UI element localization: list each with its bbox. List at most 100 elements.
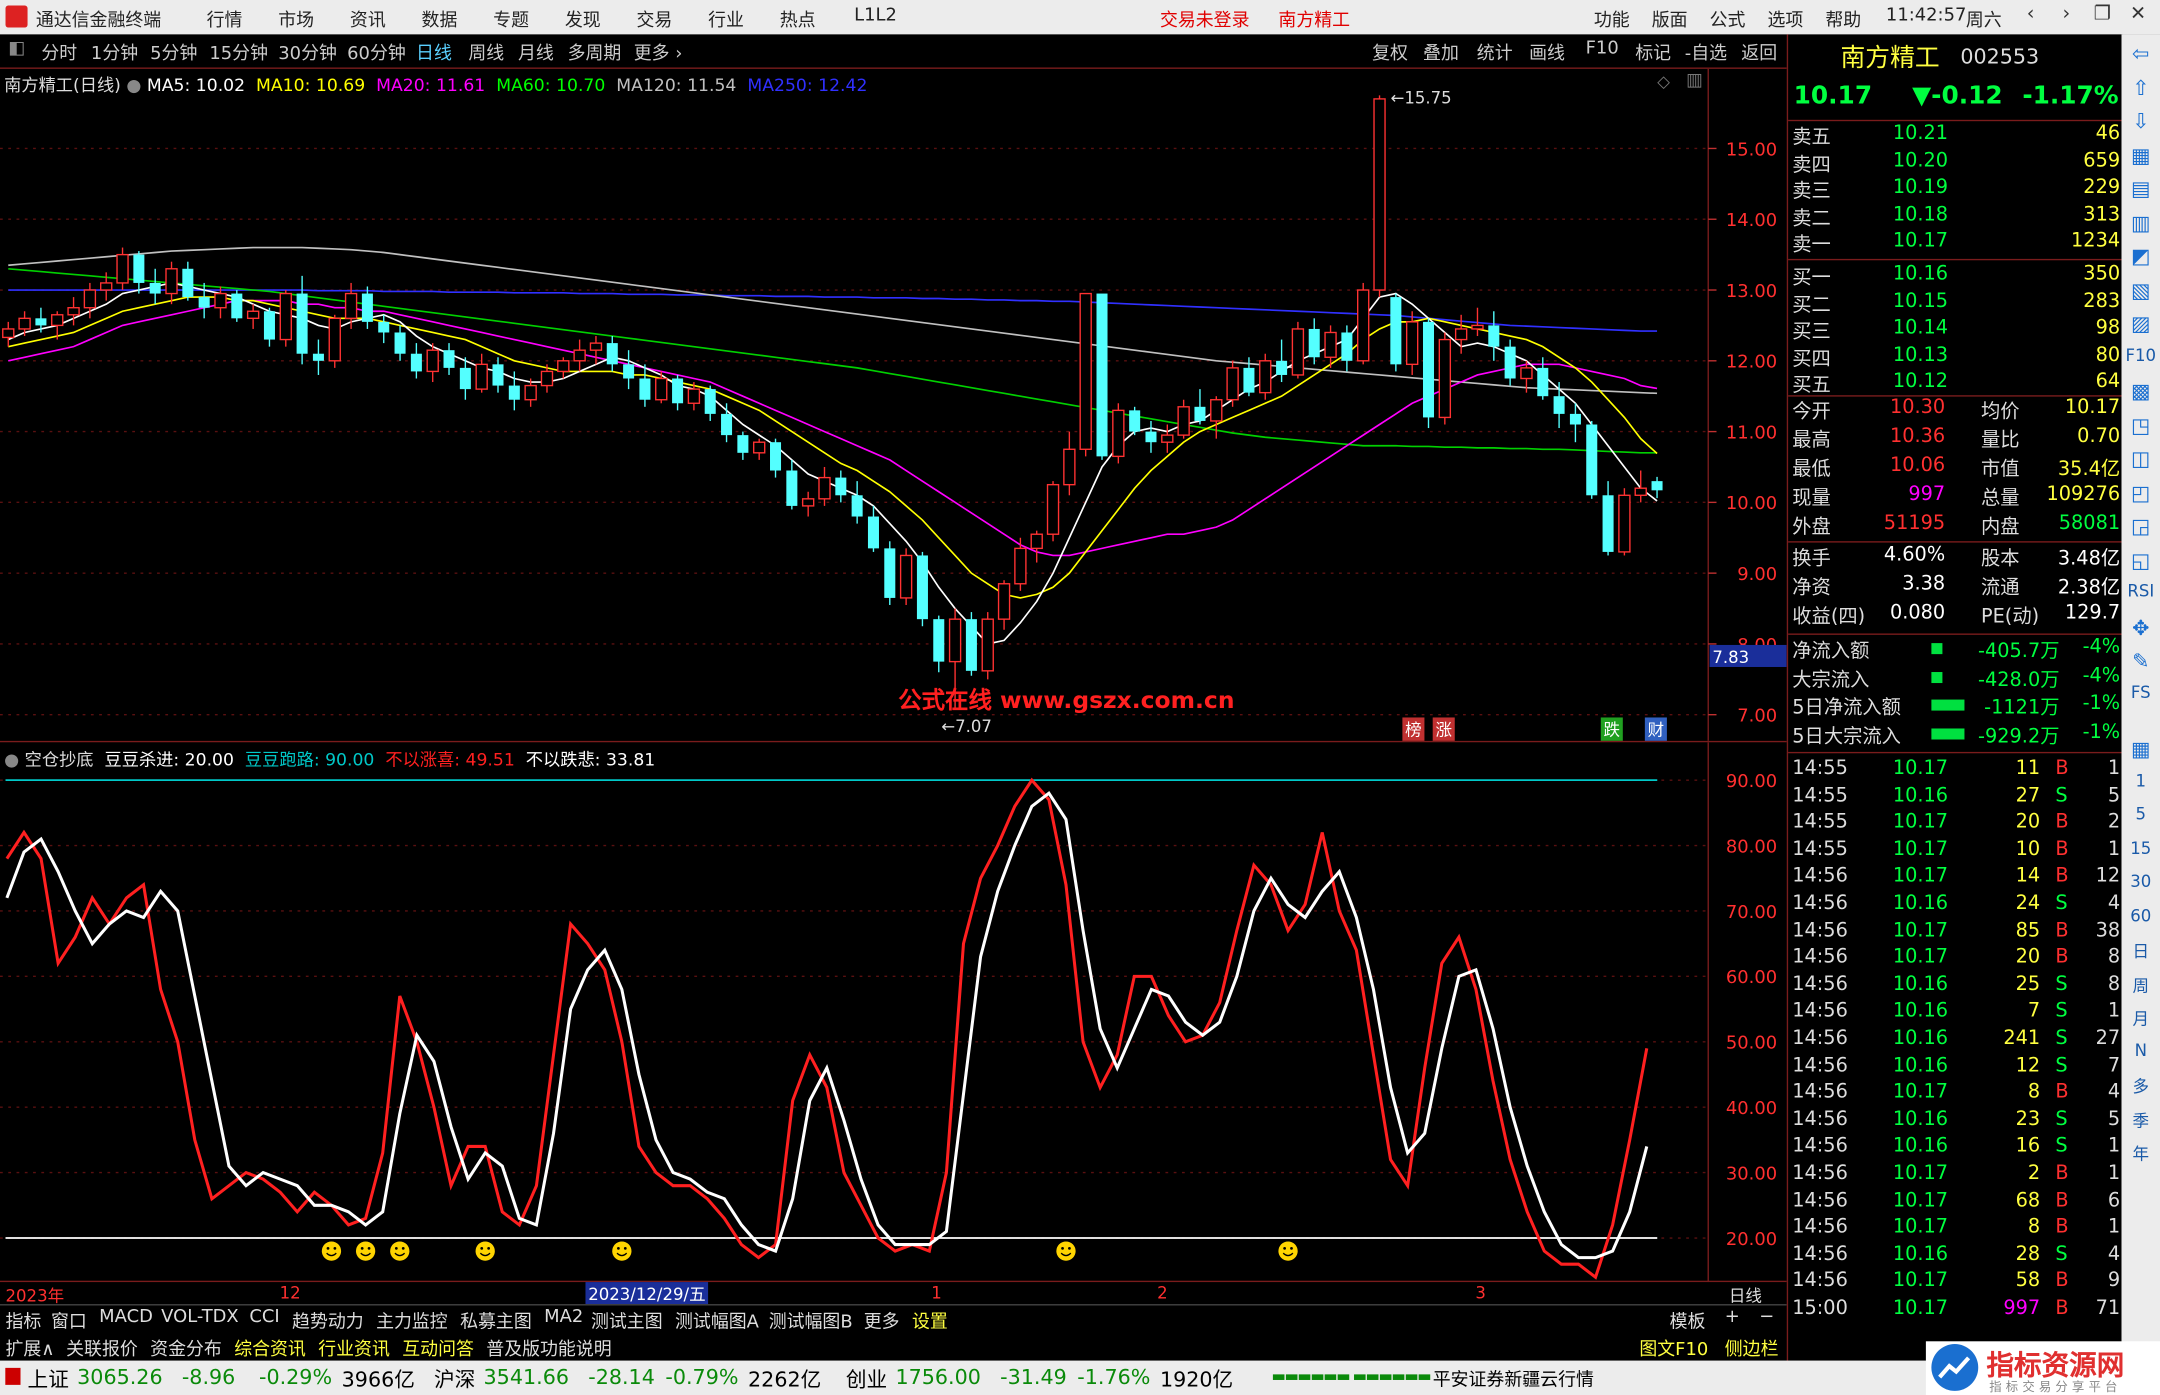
menu-item-jiaoyi[interactable]: 交易 bbox=[636, 6, 672, 32]
add-panel-button[interactable]: + bbox=[1725, 1307, 1740, 1328]
tab-edition-help[interactable]: 普及版功能说明 bbox=[486, 1334, 611, 1361]
menu-item-gongshi[interactable]: 公式 bbox=[1710, 6, 1746, 32]
tab-more[interactable]: 更多 bbox=[864, 1307, 900, 1333]
side-icon-11-icon[interactable]: ◳ bbox=[2122, 412, 2160, 437]
side-icon-9-icon[interactable]: F10 bbox=[2122, 345, 2160, 364]
f10-button[interactable]: 图文F10 bbox=[1639, 1334, 1708, 1361]
side-icon-4-icon[interactable]: ▤ bbox=[2122, 176, 2160, 201]
side-icon-18-icon[interactable]: ✎ bbox=[2122, 649, 2160, 674]
side-icon-26-icon[interactable]: 日 bbox=[2122, 939, 2160, 962]
tab-industry-news[interactable]: 行业资讯 bbox=[318, 1334, 390, 1361]
side-icon-0-icon[interactable]: ⇦ bbox=[2122, 41, 2160, 66]
side-icon-25-icon[interactable]: 60 bbox=[2122, 905, 2160, 924]
tab-macd[interactable]: MACD bbox=[99, 1307, 153, 1328]
period-tab-5min[interactable]: 5分钟 bbox=[150, 39, 197, 65]
tab-chuangkou[interactable]: 窗口 bbox=[51, 1307, 87, 1333]
menu-item-l1l2[interactable]: L1L2 bbox=[854, 6, 897, 27]
tab-zhibiao[interactable]: 指标 bbox=[6, 1307, 42, 1333]
period-tab-daily[interactable]: 日线 bbox=[416, 39, 452, 65]
period-tab-more[interactable]: 更多 › bbox=[634, 39, 683, 65]
tab-test-main[interactable]: 测试主图 bbox=[591, 1307, 663, 1333]
side-icon-13-icon[interactable]: ◰ bbox=[2122, 480, 2160, 505]
side-icon-2-icon[interactable]: ⇩ bbox=[2122, 109, 2160, 134]
remove-panel-button[interactable]: − bbox=[1759, 1307, 1774, 1328]
kline-chart-panel[interactable]: 南方精工(日线) ● MA5: 10.02 MA10: 10.69 MA20: … bbox=[0, 68, 1787, 741]
close-window-icon[interactable]: ✕ bbox=[2123, 3, 2153, 31]
tag-zhang[interactable]: 涨 bbox=[1432, 717, 1455, 741]
side-icon-1-icon[interactable]: ⇧ bbox=[2122, 75, 2160, 100]
tab-qa[interactable]: 互动问答 bbox=[402, 1334, 474, 1361]
menu-item-hangye[interactable]: 行业 bbox=[708, 6, 744, 32]
side-icon-31-icon[interactable]: 季 bbox=[2122, 1108, 2160, 1131]
side-icon-20-icon[interactable]: ▦ bbox=[2122, 737, 2160, 762]
template-button[interactable]: 模板 bbox=[1670, 1307, 1706, 1333]
menu-item-banmian[interactable]: 版面 bbox=[1652, 6, 1688, 32]
tab-cci[interactable]: CCI bbox=[249, 1307, 279, 1328]
side-icon-16-icon[interactable]: RSI bbox=[2122, 581, 2160, 600]
side-icon-23-icon[interactable]: 15 bbox=[2122, 838, 2160, 857]
menu-item-zhuanti[interactable]: 专题 bbox=[493, 6, 529, 32]
sidebar-button[interactable]: 侧边栏《 bbox=[1725, 1334, 1797, 1361]
side-icon-32-icon[interactable]: 年 bbox=[2122, 1142, 2160, 1165]
tool-fanhui[interactable]: 返回 bbox=[1741, 39, 1777, 65]
forward-arrow-icon[interactable]: › bbox=[2051, 3, 2081, 31]
side-icon-6-icon[interactable]: ◩ bbox=[2122, 244, 2160, 269]
tab-private-main[interactable]: 私募主图 bbox=[460, 1307, 532, 1333]
menu-item-hangqing[interactable]: 行情 bbox=[207, 6, 243, 32]
menu-item-faxian[interactable]: 发现 bbox=[565, 6, 601, 32]
side-icon-3-icon[interactable]: ▦ bbox=[2122, 143, 2160, 168]
tab-fund-distribution[interactable]: 资金分布 bbox=[150, 1334, 222, 1361]
side-icon-8-icon[interactable]: ▨ bbox=[2122, 311, 2160, 336]
period-tab-60min[interactable]: 60分钟 bbox=[347, 39, 406, 65]
side-icon-7-icon[interactable]: ▧ bbox=[2122, 277, 2160, 302]
menu-item-gongneng[interactable]: 功能 bbox=[1594, 6, 1630, 32]
tab-main-monitor[interactable]: 主力监控 bbox=[376, 1307, 448, 1333]
side-icon-27-icon[interactable]: 周 bbox=[2122, 973, 2160, 996]
indicator-panel[interactable]: ● 空仓抄底 豆豆杀进: 20.00 豆豆跑路: 90.00 不以涨喜: 49.… bbox=[0, 740, 1787, 1283]
tab-trend-power[interactable]: 趋势动力 bbox=[292, 1307, 364, 1333]
side-icon-19-icon[interactable]: FS bbox=[2122, 682, 2160, 701]
menu-item-xuanxiang[interactable]: 选项 bbox=[1767, 6, 1803, 32]
menu-item-bangzhu[interactable]: 帮助 bbox=[1825, 6, 1861, 32]
tab-test-sub-a[interactable]: 测试幅图A bbox=[675, 1307, 759, 1333]
collapse-icon[interactable]: ◧ bbox=[8, 39, 25, 60]
side-icon-29-icon[interactable]: N bbox=[2122, 1040, 2160, 1059]
restore-window-icon[interactable]: ❐ bbox=[2087, 3, 2117, 31]
period-tab-1min[interactable]: 1分钟 bbox=[91, 39, 138, 65]
tag-bang[interactable]: 榜 bbox=[1402, 717, 1425, 741]
side-icon-24-icon[interactable]: 30 bbox=[2122, 872, 2160, 891]
tab-expand[interactable]: 扩展∧ bbox=[6, 1334, 55, 1361]
side-icon-5-icon[interactable]: ▥ bbox=[2122, 210, 2160, 235]
menu-item-shichang[interactable]: 市场 bbox=[278, 6, 314, 32]
tab-vol-tdx[interactable]: VOL-TDX bbox=[161, 1307, 239, 1328]
period-tab-weekly[interactable]: 周线 bbox=[468, 39, 504, 65]
side-icon-15-icon[interactable]: ◱ bbox=[2122, 547, 2160, 572]
side-icon-12-icon[interactable]: ◫ bbox=[2122, 446, 2160, 471]
menu-item-zixun[interactable]: 资讯 bbox=[350, 6, 386, 32]
period-tab-multi[interactable]: 多周期 bbox=[568, 39, 622, 65]
tag-die[interactable]: 跌 bbox=[1600, 717, 1623, 741]
tool-biaoji[interactable]: 标记 bbox=[1635, 39, 1671, 65]
tool-tongji[interactable]: 统计 bbox=[1477, 39, 1513, 65]
tool-zixuan[interactable]: -自选 bbox=[1685, 39, 1727, 65]
tab-composite-news[interactable]: 综合资讯 bbox=[234, 1334, 306, 1361]
tool-f10[interactable]: F10 bbox=[1586, 39, 1619, 60]
tool-huaxian[interactable]: 画线 bbox=[1529, 39, 1565, 65]
back-arrow-icon[interactable]: ‹ bbox=[2015, 3, 2045, 31]
tab-test-sub-b[interactable]: 测试幅图B bbox=[769, 1307, 853, 1333]
side-icon-21-icon[interactable]: 1 bbox=[2122, 770, 2160, 789]
side-icon-28-icon[interactable]: 月 bbox=[2122, 1007, 2160, 1030]
period-tab-15min[interactable]: 15分钟 bbox=[209, 39, 268, 65]
tab-related-quote[interactable]: 关联报价 bbox=[66, 1334, 138, 1361]
side-icon-30-icon[interactable]: 多 bbox=[2122, 1074, 2160, 1097]
tab-ma2[interactable]: MA2 bbox=[544, 1307, 583, 1328]
login-status[interactable]: 交易未登录 bbox=[1160, 6, 1250, 32]
period-tab-monthly[interactable]: 月线 bbox=[518, 39, 554, 65]
side-icon-10-icon[interactable]: ▩ bbox=[2122, 379, 2160, 404]
side-icon-14-icon[interactable]: ◲ bbox=[2122, 514, 2160, 539]
period-tab-fenshi[interactable]: 分时 bbox=[41, 39, 77, 65]
period-tab-30min[interactable]: 30分钟 bbox=[278, 39, 337, 65]
tab-settings[interactable]: 设置 bbox=[912, 1307, 948, 1333]
menu-item-redian[interactable]: 热点 bbox=[780, 6, 816, 32]
menu-item-shuju[interactable]: 数据 bbox=[422, 6, 458, 32]
